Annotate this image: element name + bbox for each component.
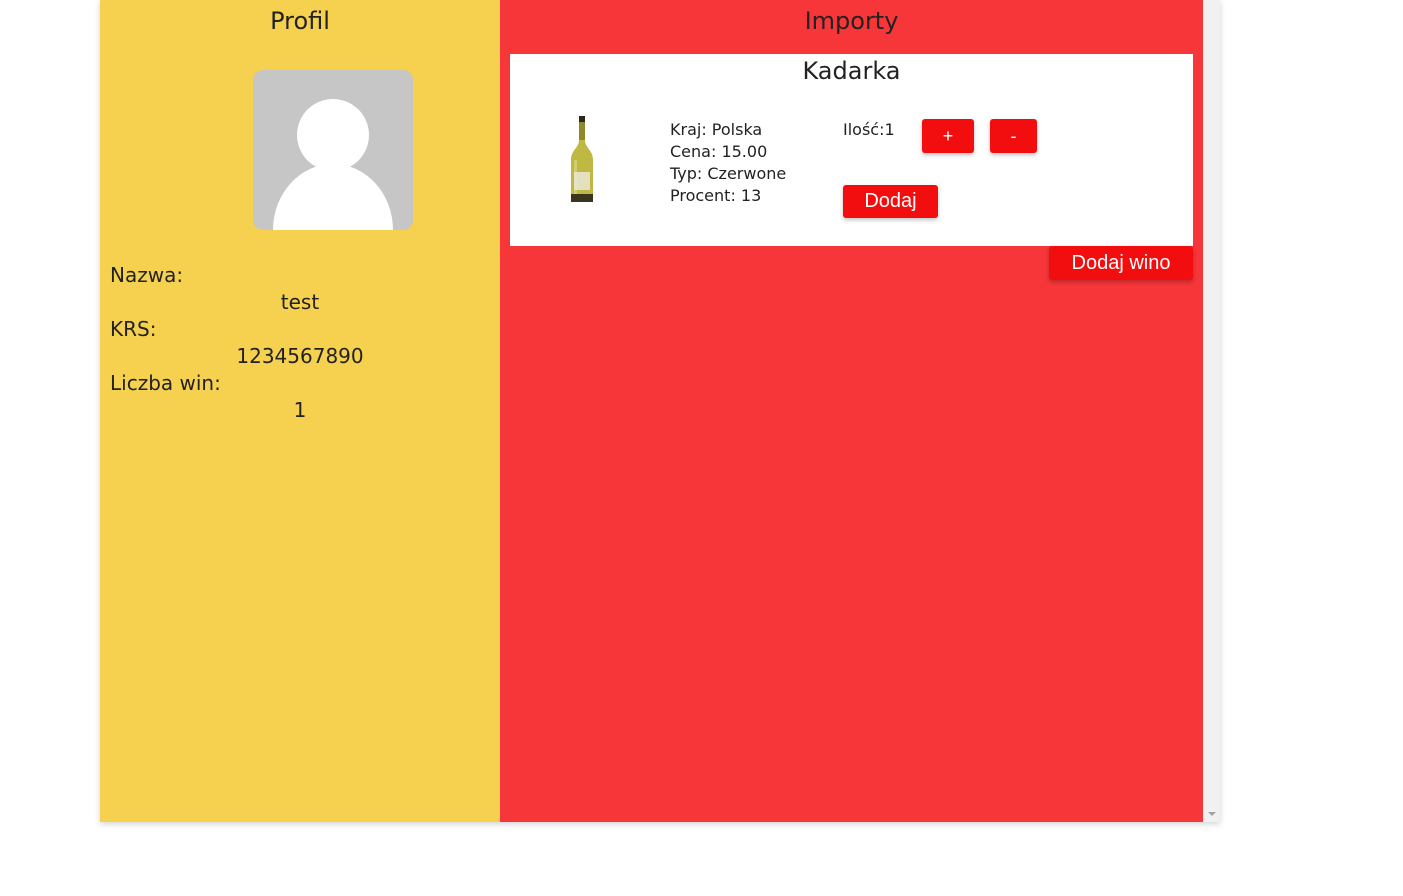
krs-label: KRS: — [110, 317, 157, 341]
quantity-label: Ilość:1 — [843, 120, 895, 139]
increase-quantity-button[interactable]: + — [922, 119, 974, 153]
imports-panel: Importy Kadarka Kraj: Polska Cena: 15.00… — [500, 0, 1203, 822]
imports-title: Importy — [804, 7, 899, 35]
add-to-cart-button[interactable]: Dodaj — [843, 185, 938, 218]
wine-percent: Procent: 13 — [670, 186, 762, 205]
avatar — [253, 70, 413, 230]
app-window: Profil Nazwa: test KRS: 1234567890 Liczb… — [100, 0, 1220, 822]
wine-price: Cena: 15.00 — [670, 142, 768, 161]
wine-type: Typ: Czerwone — [670, 164, 787, 183]
wine-card: Kadarka Kraj: Polska Cena: 15.00 Typ: Cz… — [510, 54, 1193, 246]
wine-name: Kadarka — [802, 57, 901, 85]
vertical-scrollbar[interactable] — [1203, 0, 1220, 822]
wine-bottle-icon — [566, 116, 598, 204]
wine-country: Kraj: Polska — [670, 120, 763, 139]
add-wine-button[interactable]: Dodaj wino — [1049, 246, 1193, 280]
wine-count-label: Liczba win: — [110, 371, 221, 395]
name-value: test — [280, 290, 320, 314]
profile-title: Profil — [270, 7, 330, 35]
name-label: Nazwa: — [110, 263, 184, 287]
krs-value: 1234567890 — [236, 344, 364, 368]
scroll-down-arrow-icon[interactable] — [1208, 812, 1216, 816]
user-silhouette-icon — [273, 99, 393, 230]
decrease-quantity-button[interactable]: - — [990, 119, 1037, 153]
profile-panel: Profil Nazwa: test KRS: 1234567890 Liczb… — [100, 0, 500, 822]
wine-count-value: 1 — [293, 398, 307, 422]
